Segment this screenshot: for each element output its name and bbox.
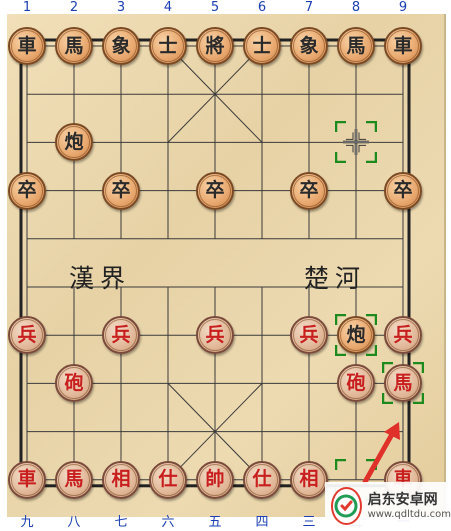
piece-label: 馬 [58, 463, 90, 496]
watermark-badge: 启东安卓网 www.qdltdu.com [325, 482, 451, 530]
column-label-bottom-4: 六 [161, 515, 175, 530]
piece-label: 相 [105, 463, 137, 496]
piece-black-1-0[interactable]: 馬 [55, 27, 93, 65]
piece-label: 馬 [387, 367, 419, 400]
piece-label: 兵 [199, 319, 231, 352]
piece-label: 相 [293, 463, 325, 496]
column-label-bottom-1: 九 [20, 515, 34, 530]
piece-label: 卒 [11, 174, 43, 207]
piece-red-4-9[interactable]: 帥 [196, 460, 234, 499]
piece-black-7-0[interactable]: 馬 [337, 27, 375, 65]
piece-red-0-6[interactable]: 兵 [8, 316, 46, 355]
piece-red-2-6[interactable]: 兵 [102, 316, 140, 355]
piece-label: 兵 [105, 319, 137, 352]
piece-label: 車 [11, 30, 43, 62]
piece-black-8-0[interactable]: 車 [384, 27, 422, 65]
piece-black-2-0[interactable]: 象 [102, 27, 140, 65]
river-label-right: 楚河 [304, 264, 367, 293]
xiangqi-board[interactable]: 漢界 楚河 車馬象士將士象馬車炮卒卒卒卒卒兵兵兵兵炮兵砲砲馬車馬相仕帥仕相車 [7, 14, 446, 517]
piece-label: 卒 [105, 174, 137, 207]
piece-label: 兵 [387, 319, 419, 352]
piece-black-4-0[interactable]: 將 [196, 27, 234, 65]
piece-label: 卒 [199, 174, 231, 207]
piece-red-5-9[interactable]: 仕 [243, 460, 281, 499]
piece-label: 仕 [246, 463, 278, 496]
piece-black-2-3[interactable]: 卒 [102, 171, 140, 210]
watermark-url: www.qdltdu.com [367, 509, 451, 520]
piece-label: 砲 [340, 367, 372, 400]
piece-black-6-0[interactable]: 象 [290, 27, 328, 65]
piece-label: 兵 [11, 319, 43, 352]
piece-red-4-6[interactable]: 兵 [196, 316, 234, 355]
piece-label: 士 [152, 30, 184, 62]
column-label-bottom-7: 三 [302, 515, 316, 530]
column-label-bottom-5: 五 [208, 515, 222, 530]
piece-label: 象 [293, 30, 325, 62]
piece-red-8-6[interactable]: 兵 [384, 316, 422, 355]
piece-red-3-9[interactable]: 仕 [149, 460, 187, 499]
piece-red-2-9[interactable]: 相 [102, 460, 140, 499]
piece-label: 仕 [152, 463, 184, 496]
river-label-left: 漢界 [69, 264, 132, 293]
piece-label: 卒 [293, 174, 325, 207]
piece-red-1-9[interactable]: 馬 [55, 460, 93, 499]
piece-black-8-3[interactable]: 卒 [384, 171, 422, 210]
piece-label: 將 [199, 30, 231, 62]
piece-label: 士 [246, 30, 278, 62]
crosshair-cursor-icon [343, 129, 369, 156]
piece-label: 卒 [387, 174, 419, 207]
piece-label: 馬 [58, 30, 90, 62]
piece-label: 砲 [58, 367, 90, 400]
piece-black-5-0[interactable]: 士 [243, 27, 281, 65]
watermark-logo-icon [331, 487, 362, 525]
piece-label: 象 [105, 30, 137, 62]
piece-label: 車 [387, 30, 419, 62]
piece-black-6-3[interactable]: 卒 [290, 171, 328, 210]
watermark-title: 启东安卓网 [367, 492, 438, 508]
column-label-bottom-2: 八 [67, 515, 81, 530]
piece-red-0-9[interactable]: 車 [8, 460, 46, 499]
piece-red-6-6[interactable]: 兵 [290, 316, 328, 355]
piece-black-3-0[interactable]: 士 [149, 27, 187, 65]
piece-label: 炮 [58, 126, 90, 159]
piece-black-7-6[interactable]: 炮 [337, 316, 375, 355]
column-label-bottom-3: 七 [114, 515, 128, 530]
piece-black-0-0[interactable]: 車 [8, 27, 46, 65]
piece-label: 兵 [293, 319, 325, 352]
piece-label: 車 [11, 463, 43, 496]
column-label-bottom-6: 四 [255, 515, 269, 530]
piece-black-0-3[interactable]: 卒 [8, 171, 46, 210]
piece-red-6-9[interactable]: 相 [290, 460, 328, 499]
piece-label: 馬 [340, 30, 372, 62]
piece-label: 炮 [340, 319, 372, 352]
piece-label: 帥 [199, 463, 231, 496]
piece-black-4-3[interactable]: 卒 [196, 171, 234, 210]
